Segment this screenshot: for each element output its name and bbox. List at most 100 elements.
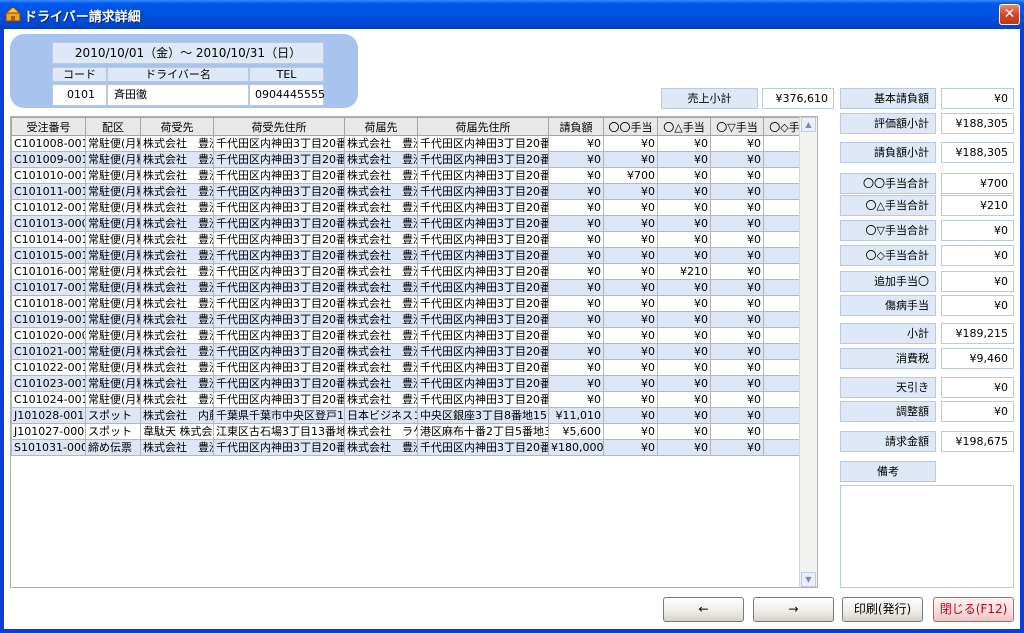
table-row[interactable]: C101012-0010常駐便(月料株式会社 豊洲千代田区内神田3丁目20番株式… [11, 199, 817, 216]
title-bar[interactable]: ドライバー請求詳細 ✕ [0, 0, 1024, 29]
table-cell: ¥0 [548, 135, 604, 152]
table-row[interactable]: C101013-0009常駐便(月料株式会社 豊洲千代田区内神田3丁目20番株式… [11, 215, 817, 232]
table-cell: 千代田区内神田3丁目20番 [417, 439, 549, 456]
table-cell: 韋駄天 株式会社 [140, 423, 214, 440]
table-cell: ¥210 [657, 263, 711, 280]
table-cell: ¥0 [657, 343, 711, 360]
summary-value: ¥210 [941, 195, 1014, 216]
table-cell: 常駐便(月料 [85, 375, 141, 392]
column-header[interactable]: 〇△手当 [657, 117, 711, 136]
scroll-up-button[interactable]: ▲ [801, 117, 816, 132]
table-cell: ¥0 [548, 167, 604, 184]
table-cell: ¥0 [710, 375, 764, 392]
table-row[interactable]: J101028-0016 スポット 株式会社 内藤 千葉県千葉市中央区登戸1 日本ビジネ… [11, 407, 817, 424]
table-cell: ¥0 [603, 423, 658, 440]
table-cell: ¥0 [710, 391, 764, 408]
summary-value: ¥0 [941, 245, 1014, 266]
prev-button[interactable]: ← [663, 597, 744, 622]
summary-label: 〇〇手当合計 [840, 173, 936, 194]
next-button[interactable]: → [753, 597, 834, 622]
table-cell: 千代田区内神田3丁目20番 [213, 359, 345, 376]
table-cell: ¥0 [657, 311, 711, 328]
table-cell: 株式会社 豊洲 [344, 231, 418, 248]
table-row[interactable]: C101022-0010常駐便(月料株式会社 豊洲千代田区内神田3丁目20番株式… [11, 359, 817, 376]
table-cell: ¥0 [710, 167, 764, 184]
app-icon [5, 6, 21, 22]
table-row[interactable]: C101017-0010常駐便(月料株式会社 豊洲千代田区内神田3丁目20番株式… [11, 279, 817, 296]
order-table[interactable]: 受注番号 配区 荷受先 荷受先住所 荷届先 荷届先住所 請負額 〇〇手当 〇△手当 〇▽手当 〇◇手… [10, 116, 818, 588]
table-row[interactable]: C101011-0010常駐便(月料株式会社 豊洲千代田区内神田3丁目20番株式… [11, 183, 817, 200]
table-row[interactable]: C101018-0010常駐便(月料株式会社 豊洲千代田区内神田3丁目20番株式… [11, 295, 817, 312]
table-row[interactable]: C101023-0010常駐便(月料株式会社 豊洲千代田区内神田3丁目20番株式… [11, 375, 817, 392]
table-cell: S101031-0001 [11, 439, 86, 456]
table-cell: 株式会社 豊洲 [140, 279, 214, 296]
column-header[interactable]: 荷届先住所 [417, 117, 549, 136]
memo-textarea[interactable] [840, 485, 1014, 588]
table-cell: ¥0 [603, 263, 658, 280]
column-header[interactable]: 荷受先住所 [213, 117, 345, 136]
table-cell: ¥0 [710, 183, 764, 200]
table-row[interactable]: C101020-0009常駐便(月料株式会社 豊洲千代田区内神田3丁目20番株式… [11, 327, 817, 344]
table-cell: 千代田区内神田3丁目20番 [213, 167, 345, 184]
column-header[interactable]: 請負額 [548, 117, 604, 136]
tel-header: TEL [249, 67, 324, 82]
table-cell: 千代田区内神田3丁目20番 [417, 151, 549, 168]
column-header[interactable]: 荷届先 [344, 117, 418, 136]
table-cell: 締め伝票 [85, 439, 141, 456]
table-row[interactable]: C101008-0010常駐便(月料株式会社 豊洲千代田区内神田3丁目20番株式… [11, 135, 817, 152]
table-cell: ¥0 [548, 375, 604, 392]
code-header: コード [52, 67, 107, 82]
summary-label: 調整額 [840, 401, 936, 422]
table-cell: ¥0 [548, 215, 604, 232]
table-cell: 千代田区内神田3丁目20番 [417, 295, 549, 312]
table-row[interactable]: J101027-0008スポット韋駄天 株式会社江東区古石場3丁目13番地株式会… [11, 423, 817, 440]
table-cell: 株式会社 豊洲 [140, 263, 214, 280]
table-cell: 株式会社 豊洲 [344, 343, 418, 360]
table-cell: 株式会社 豊洲 [140, 311, 214, 328]
table-cell: ¥0 [603, 183, 658, 200]
column-header[interactable]: 〇〇手当 [603, 117, 658, 136]
vertical-scrollbar[interactable]: ▲ ▼ [799, 117, 817, 587]
table-row[interactable]: C101024-0010常駐便(月料株式会社 豊洲千代田区内神田3丁目20番株式… [11, 391, 817, 408]
table-cell: 株式会社 豊洲 [344, 311, 418, 328]
table-cell: C101011-0010 [11, 183, 86, 200]
table-row[interactable]: S101031-0001締め伝票株式会社 豊洲千代田区内神田3丁目20番株式会社… [11, 439, 817, 456]
column-header[interactable]: 配区 [85, 117, 141, 136]
table-cell: 株式会社 豊洲 [140, 151, 214, 168]
table-cell: C101017-0010 [11, 279, 86, 296]
table-cell: 常駐便(月料 [85, 183, 141, 200]
table-cell: ¥0 [657, 423, 711, 440]
table-cell: スポット [85, 423, 141, 440]
table-cell: C101020-0009 [11, 327, 86, 344]
table-cell: ¥0 [710, 263, 764, 280]
table-row[interactable]: C101010-0010常駐便(月料株式会社 豊洲千代田区内神田3丁目20番株式… [11, 167, 817, 184]
table-row[interactable]: C101015-0010常駐便(月料株式会社 豊洲千代田区内神田3丁目20番株式… [11, 247, 817, 264]
table-row[interactable]: C101009-0010常駐便(月料株式会社 豊洲千代田区内神田3丁目20番株式… [11, 151, 817, 168]
sales-subtotal-value: ¥376,610 [762, 88, 834, 109]
table-cell: 株式会社 豊洲 [140, 391, 214, 408]
close-icon: ✕ [1003, 6, 1016, 22]
table-row[interactable]: C101016-0010常駐便(月料株式会社 豊洲千代田区内神田3丁目20番株式… [11, 263, 817, 280]
close-button[interactable]: 閉じる(F12) [933, 597, 1014, 622]
table-row[interactable]: C101014-0010常駐便(月料株式会社 豊洲千代田区内神田3丁目20番株式… [11, 231, 817, 248]
table-cell: 千代田区内神田3丁目20番 [417, 279, 549, 296]
close-window-button[interactable]: ✕ [999, 4, 1020, 25]
table-cell: ¥0 [548, 343, 604, 360]
column-header[interactable]: 〇▽手当 [710, 117, 764, 136]
table-cell: ¥0 [548, 295, 604, 312]
table-cell: 千代田区内神田3丁目20番 [213, 391, 345, 408]
table-cell: 千代田区内神田3丁目20番 [417, 183, 549, 200]
table-cell: ¥0 [548, 391, 604, 408]
table-row[interactable]: C101021-0010常駐便(月料株式会社 豊洲千代田区内神田3丁目20番株式… [11, 343, 817, 360]
print-button[interactable]: 印刷(発行) [842, 597, 923, 622]
table-cell: C101014-0010 [11, 231, 86, 248]
table-cell: 千代田区内神田3丁目20番 [417, 359, 549, 376]
table-row[interactable]: C101019-0010常駐便(月料株式会社 豊洲千代田区内神田3丁目20番株式… [11, 311, 817, 328]
column-header[interactable]: 受注番号 [11, 117, 86, 136]
summary-label: 評価額小計 [840, 113, 936, 134]
column-header[interactable]: 荷受先 [140, 117, 214, 136]
table-cell: 常駐便(月料 [85, 327, 141, 344]
table-cell: ¥0 [657, 135, 711, 152]
scroll-down-button[interactable]: ▼ [801, 572, 816, 587]
table-cell: 株式会社 豊洲 [140, 439, 214, 456]
